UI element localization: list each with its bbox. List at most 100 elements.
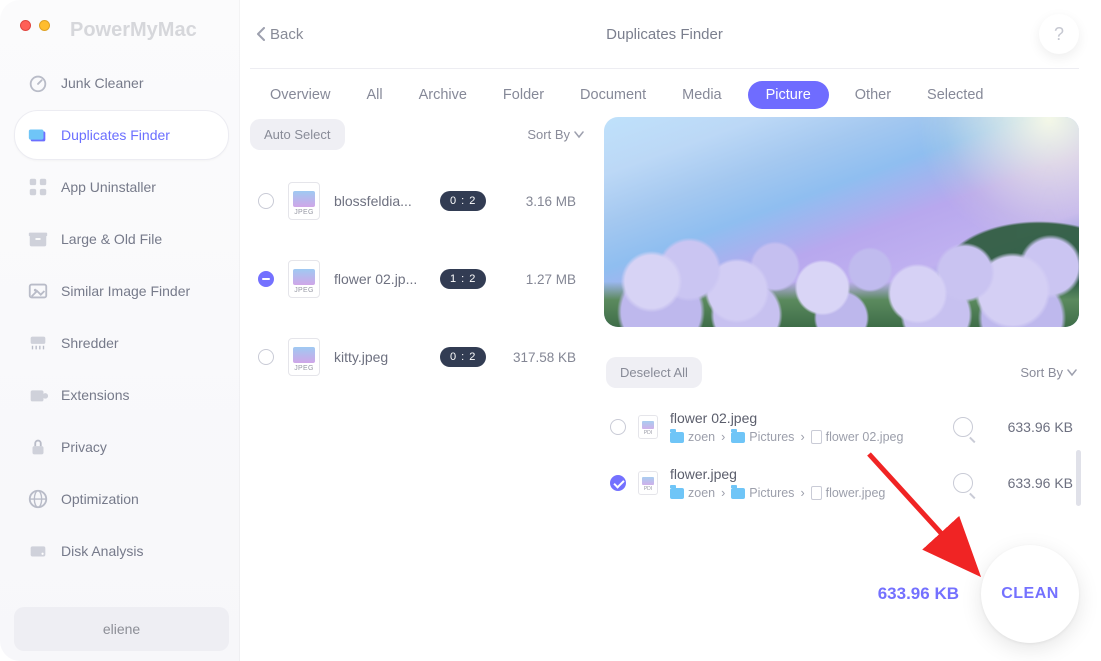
group-size: 1.27 MB [526,272,586,287]
folder-icon [670,488,684,499]
duplicate-row[interactable]: PDI flower.jpeg zoen›Pictures›flower.jpe… [604,456,1079,510]
scrollbar[interactable] [1076,450,1081,506]
sort-by-duplicates[interactable]: Sort By [1020,365,1077,380]
sidebar-item-label: Large & Old File [61,231,162,247]
file-thumb-icon: JPEG [288,338,320,376]
tab-picture[interactable]: Picture [748,81,829,109]
duplicate-row[interactable]: PDI flower 02.jpeg zoen›Pictures›flower … [604,400,1079,454]
folder-stack-icon [27,124,49,146]
sidebar-item-label: Extensions [61,387,129,403]
tab-overview[interactable]: Overview [270,87,330,103]
breadcrumb: zoen›Pictures›flower 02.jpeg [670,430,903,444]
sidebar-item-label: Shredder [61,335,119,351]
deselect-all-button[interactable]: Deselect All [606,357,702,388]
sidebar-item-optimization[interactable]: Optimization [14,474,229,524]
minimize-window-icon[interactable] [39,20,50,31]
lock-icon [27,436,49,458]
speedometer-icon [27,72,49,94]
group-count-badge: 1 : 2 [440,269,486,289]
sidebar-item-privacy[interactable]: Privacy [14,422,229,472]
tab-selected[interactable]: Selected [927,87,983,103]
group-row[interactable]: JPEG flower 02.jp... 1 : 2 1.27 MB [250,240,590,318]
group-list: Auto Select Sort By JPEG blossfeldia... … [250,117,590,661]
clean-button[interactable]: CLEAN [981,545,1079,643]
globe-icon [27,488,49,510]
sidebar-item-similar-image-finder[interactable]: Similar Image Finder [14,266,229,316]
sidebar-item-shredder[interactable]: Shredder [14,318,229,368]
group-size: 3.16 MB [526,194,586,209]
tab-other[interactable]: Other [855,87,891,103]
help-button[interactable]: ? [1039,14,1079,54]
breadcrumb: zoen›Pictures›flower.jpeg [670,486,885,500]
group-count-badge: 0 : 2 [440,191,486,211]
sidebar-item-label: Privacy [61,439,107,455]
sidebar-item-disk-analysis[interactable]: Disk Analysis [14,526,229,576]
back-label: Back [270,26,303,43]
app-grid-icon [27,176,49,198]
sidebar-item-label: Disk Analysis [61,543,143,559]
auto-select-button[interactable]: Auto Select [250,119,345,150]
sidebar-item-duplicates-finder[interactable]: Duplicates Finder [14,110,229,160]
user-account[interactable]: eliene [14,607,229,651]
group-checkbox[interactable] [258,271,274,287]
back-button[interactable]: Back [256,26,303,43]
tab-document[interactable]: Document [580,87,646,103]
puzzle-icon [27,384,49,406]
group-size: 317.58 KB [513,350,586,365]
folder-icon [670,432,684,443]
duplicate-filename: flower 02.jpeg [670,410,903,426]
group-filename: flower 02.jp... [334,271,426,287]
tab-media[interactable]: Media [682,87,722,103]
tab-archive[interactable]: Archive [419,87,467,103]
shredder-icon [27,332,49,354]
folder-icon [731,488,745,499]
file-thumb-icon: PDI [638,415,658,439]
app-brand: PowerMyMac [70,19,197,42]
main-panel: Back Duplicates Finder ? Overview All Arch… [240,0,1101,661]
sidebar-item-junk-cleaner[interactable]: Junk Cleaner [14,58,229,108]
image-icon [27,280,49,302]
sidebar-item-label: Junk Cleaner [61,75,144,91]
disk-icon [27,540,49,562]
file-icon [811,430,822,444]
duplicate-size: 633.96 KB [995,419,1073,435]
sort-by-groups[interactable]: Sort By [527,127,584,142]
sidebar-item-app-uninstaller[interactable]: App Uninstaller [14,162,229,212]
file-thumb-icon: JPEG [288,182,320,220]
group-row[interactable]: JPEG blossfeldia... 0 : 2 3.16 MB [250,162,590,240]
tab-folder[interactable]: Folder [503,87,544,103]
tab-all[interactable]: All [366,87,382,103]
duplicate-size: 633.96 KB [995,475,1073,491]
group-count-badge: 0 : 2 [440,347,486,367]
duplicate-filename: flower.jpeg [670,466,885,482]
window-controls [20,16,50,34]
group-filename: blossfeldia... [334,193,426,209]
sidebar-item-label: Duplicates Finder [61,127,170,143]
sidebar-item-large-old-file[interactable]: Large & Old File [14,214,229,264]
reveal-button[interactable] [953,417,973,437]
group-row[interactable]: JPEG kitty.jpeg 0 : 2 317.58 KB [250,318,590,396]
sidebar-item-label: Optimization [61,491,139,507]
page-title: Duplicates Finder [606,26,723,43]
group-checkbox[interactable] [258,349,274,365]
duplicate-checkbox[interactable] [610,419,626,435]
total-selected-size: 633.96 KB [878,584,959,604]
file-icon [811,486,822,500]
sidebar-item-extensions[interactable]: Extensions [14,370,229,420]
close-window-icon[interactable] [20,20,31,31]
sidebar: PowerMyMac Junk Cleaner Duplicates Finde… [0,0,240,661]
file-thumb-icon: JPEG [288,260,320,298]
group-checkbox[interactable] [258,193,274,209]
sidebar-item-label: Similar Image Finder [61,283,190,299]
file-thumb-icon: PDI [638,471,658,495]
folder-icon [731,432,745,443]
sidebar-item-label: App Uninstaller [61,179,156,195]
reveal-button[interactable] [953,473,973,493]
chevron-down-icon [574,131,584,139]
group-filename: kitty.jpeg [334,349,426,365]
filter-tabs: Overview All Archive Folder Document Media Pic… [250,68,1079,117]
duplicate-checkbox[interactable] [610,475,626,491]
chevron-left-icon [256,27,266,41]
preview-image [604,117,1079,327]
archive-box-icon [27,228,49,250]
